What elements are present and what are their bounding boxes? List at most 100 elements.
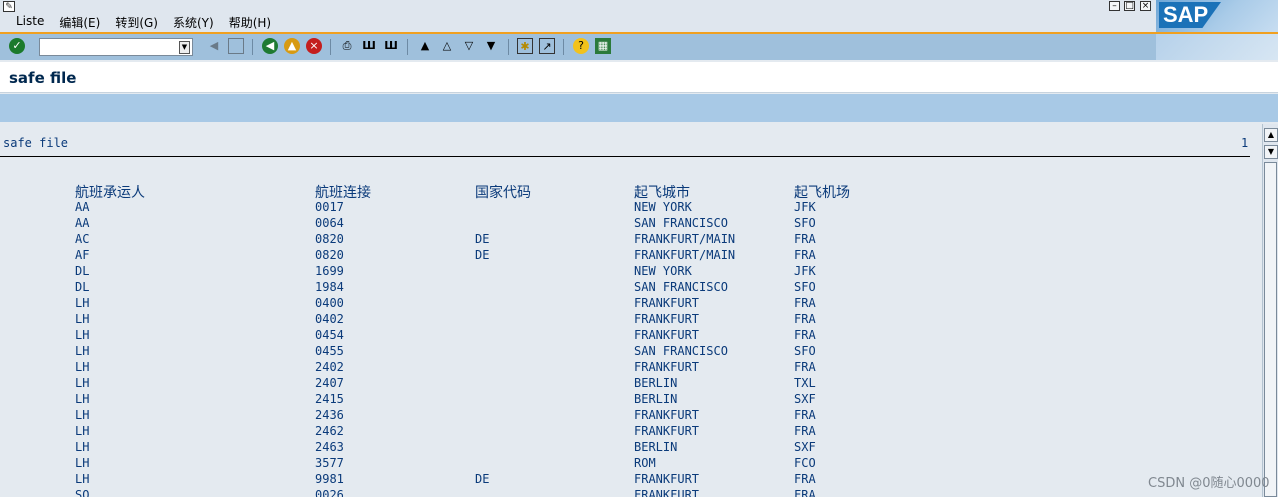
- cell-airport-from: SFO: [794, 344, 816, 358]
- cell-airport-from: JFK: [794, 200, 816, 214]
- page-number: 1: [1241, 136, 1249, 150]
- next-page-icon[interactable]: ▽: [461, 38, 477, 54]
- list-row[interactable]: LH 2436 FRANKFURT FRA: [0, 408, 1250, 424]
- list-row[interactable]: LH 0402 FRANKFURT FRA: [0, 312, 1250, 328]
- cell-carrier: LH: [75, 408, 90, 422]
- menu-item-system[interactable]: 系统(Y): [173, 14, 214, 31]
- list-row[interactable]: AF 0820 DE FRANKFURT/MAIN FRA: [0, 248, 1250, 264]
- cell-city-from: FRANKFURT: [634, 472, 700, 486]
- cell-connection: 2402: [315, 360, 344, 374]
- cell-airport-from: TXL: [794, 376, 816, 390]
- shortcut-icon[interactable]: ↗: [539, 38, 555, 54]
- list-row[interactable]: LH 9981 DE FRANKFURT FRA: [0, 472, 1250, 488]
- cell-connection: 2407: [315, 376, 344, 390]
- list-row[interactable]: LH 2402 FRANKFURT FRA: [0, 360, 1250, 376]
- list-row[interactable]: LH 3577 ROM FCO: [0, 456, 1250, 472]
- menu-item-goto[interactable]: 转到(G): [115, 14, 158, 31]
- cell-carrier: LH: [75, 392, 90, 406]
- save-icon[interactable]: [228, 38, 244, 54]
- close-icon[interactable]: ×: [1140, 1, 1151, 11]
- first-page-icon[interactable]: ▲: [417, 38, 433, 54]
- menu-item-liste[interactable]: Liste: [16, 14, 44, 31]
- cell-city-from: NEW YORK: [634, 264, 692, 278]
- cell-connection: 2462: [315, 424, 344, 438]
- cancel-icon[interactable]: ×: [306, 38, 322, 54]
- help-icon[interactable]: ?: [573, 38, 589, 54]
- menu: Liste 编辑(E) 转到(G) 系统(Y) 帮助(H): [16, 14, 286, 31]
- layout-menu-icon[interactable]: ▦: [595, 38, 611, 54]
- new-session-icon[interactable]: ✱: [517, 38, 533, 54]
- find-icon[interactable]: Ш: [361, 38, 377, 54]
- last-page-icon[interactable]: ▼: [483, 38, 499, 54]
- list-row[interactable]: LH 2407 BERLIN TXL: [0, 376, 1250, 392]
- minimize-icon[interactable]: –: [1109, 1, 1120, 11]
- list-row[interactable]: LH 0400 FRANKFURT FRA: [0, 296, 1250, 312]
- column-header-carrier[interactable]: 航班承运人: [75, 182, 145, 202]
- cell-connection: 0455: [315, 344, 344, 358]
- cell-carrier: LH: [75, 424, 90, 438]
- find-next-icon[interactable]: Ш: [383, 38, 399, 54]
- cell-country: DE: [475, 472, 490, 486]
- column-header-connection[interactable]: 航班连接: [315, 182, 371, 202]
- restore-icon[interactable]: □: [1124, 1, 1135, 11]
- cell-carrier: SQ: [75, 488, 90, 497]
- scroll-up-icon[interactable]: ▲: [1264, 128, 1278, 142]
- cell-connection: 2415: [315, 392, 344, 406]
- list-row[interactable]: LH 0454 FRANKFURT FRA: [0, 328, 1250, 344]
- scroll-track[interactable]: [1264, 162, 1277, 497]
- cell-city-from: FRANKFURT: [634, 328, 700, 342]
- list-row[interactable]: LH 2462 FRANKFURT FRA: [0, 424, 1250, 440]
- cell-airport-from: SFO: [794, 280, 816, 294]
- cell-carrier: LH: [75, 328, 90, 342]
- sap-brand-area: SAP: [1156, 0, 1278, 32]
- cell-carrier: AA: [75, 200, 90, 214]
- cell-connection: 0400: [315, 296, 344, 310]
- menu-item-edit[interactable]: 编辑(E): [59, 14, 100, 31]
- enter-icon[interactable]: ✓: [9, 38, 25, 54]
- vertical-scrollbar[interactable]: ▲ ▼: [1262, 124, 1278, 497]
- menu-item-help[interactable]: 帮助(H): [229, 14, 271, 31]
- list-row[interactable]: SQ 0026 FRANKFURT FRA: [0, 488, 1250, 497]
- list-row[interactable]: LH 0455 SAN FRANCISCO SFO: [0, 344, 1250, 360]
- back-icon[interactable]: ◀: [262, 38, 278, 54]
- column-header-country[interactable]: 国家代码: [475, 182, 531, 202]
- list-row[interactable]: AC 0820 DE FRANKFURT/MAIN FRA: [0, 232, 1250, 248]
- cell-airport-from: FRA: [794, 312, 816, 326]
- cell-airport-from: SXF: [794, 392, 816, 406]
- cell-carrier: LH: [75, 312, 90, 326]
- title-bar: safe file: [0, 62, 1278, 93]
- cell-airport-from: FRA: [794, 424, 816, 438]
- cell-city-from: BERLIN: [634, 392, 678, 406]
- scroll-down-icon[interactable]: ▼: [1264, 145, 1278, 159]
- column-header-city-from[interactable]: 起飞城市: [634, 182, 690, 202]
- cell-city-from: FRANKFURT: [634, 488, 700, 497]
- system-menu-icon[interactable]: ✎: [3, 1, 15, 12]
- cell-carrier: LH: [75, 472, 90, 486]
- list-row[interactable]: AA 0017 NEW YORK JFK: [0, 200, 1250, 216]
- cell-city-from: FRANKFURT: [634, 408, 700, 422]
- cell-city-from: FRANKFURT/MAIN: [634, 248, 736, 262]
- cell-airport-from: FRA: [794, 296, 816, 310]
- list-row[interactable]: LH 2415 BERLIN SXF: [0, 392, 1250, 408]
- cell-connection: 1699: [315, 264, 344, 278]
- previous-page-icon[interactable]: △: [439, 38, 455, 54]
- command-field[interactable]: ▼: [39, 38, 193, 56]
- list-row[interactable]: AA 0064 SAN FRANCISCO SFO: [0, 216, 1250, 232]
- cell-city-from: FRANKFURT/MAIN: [634, 232, 736, 246]
- list-row[interactable]: LH 2463 BERLIN SXF: [0, 440, 1250, 456]
- cell-connection: 0454: [315, 328, 344, 342]
- back-nav-icon[interactable]: ◀: [206, 38, 222, 54]
- cell-connection: 2436: [315, 408, 344, 422]
- list-row[interactable]: DL 1699 NEW YORK JFK: [0, 264, 1250, 280]
- column-header-airport-from[interactable]: 起飞机场: [794, 182, 850, 202]
- cell-airport-from: FRA: [794, 248, 816, 262]
- list-row[interactable]: DL 1984 SAN FRANCISCO SFO: [0, 280, 1250, 296]
- exit-icon[interactable]: ▲: [284, 38, 300, 54]
- command-dropdown-icon[interactable]: ▼: [179, 41, 190, 54]
- print-icon[interactable]: ⎙: [339, 38, 355, 54]
- cell-airport-from: FRA: [794, 328, 816, 342]
- cell-city-from: FRANKFURT: [634, 424, 700, 438]
- cell-connection: 0017: [315, 200, 344, 214]
- cell-city-from: SAN FRANCISCO: [634, 216, 728, 230]
- cell-connection: 0064: [315, 216, 344, 230]
